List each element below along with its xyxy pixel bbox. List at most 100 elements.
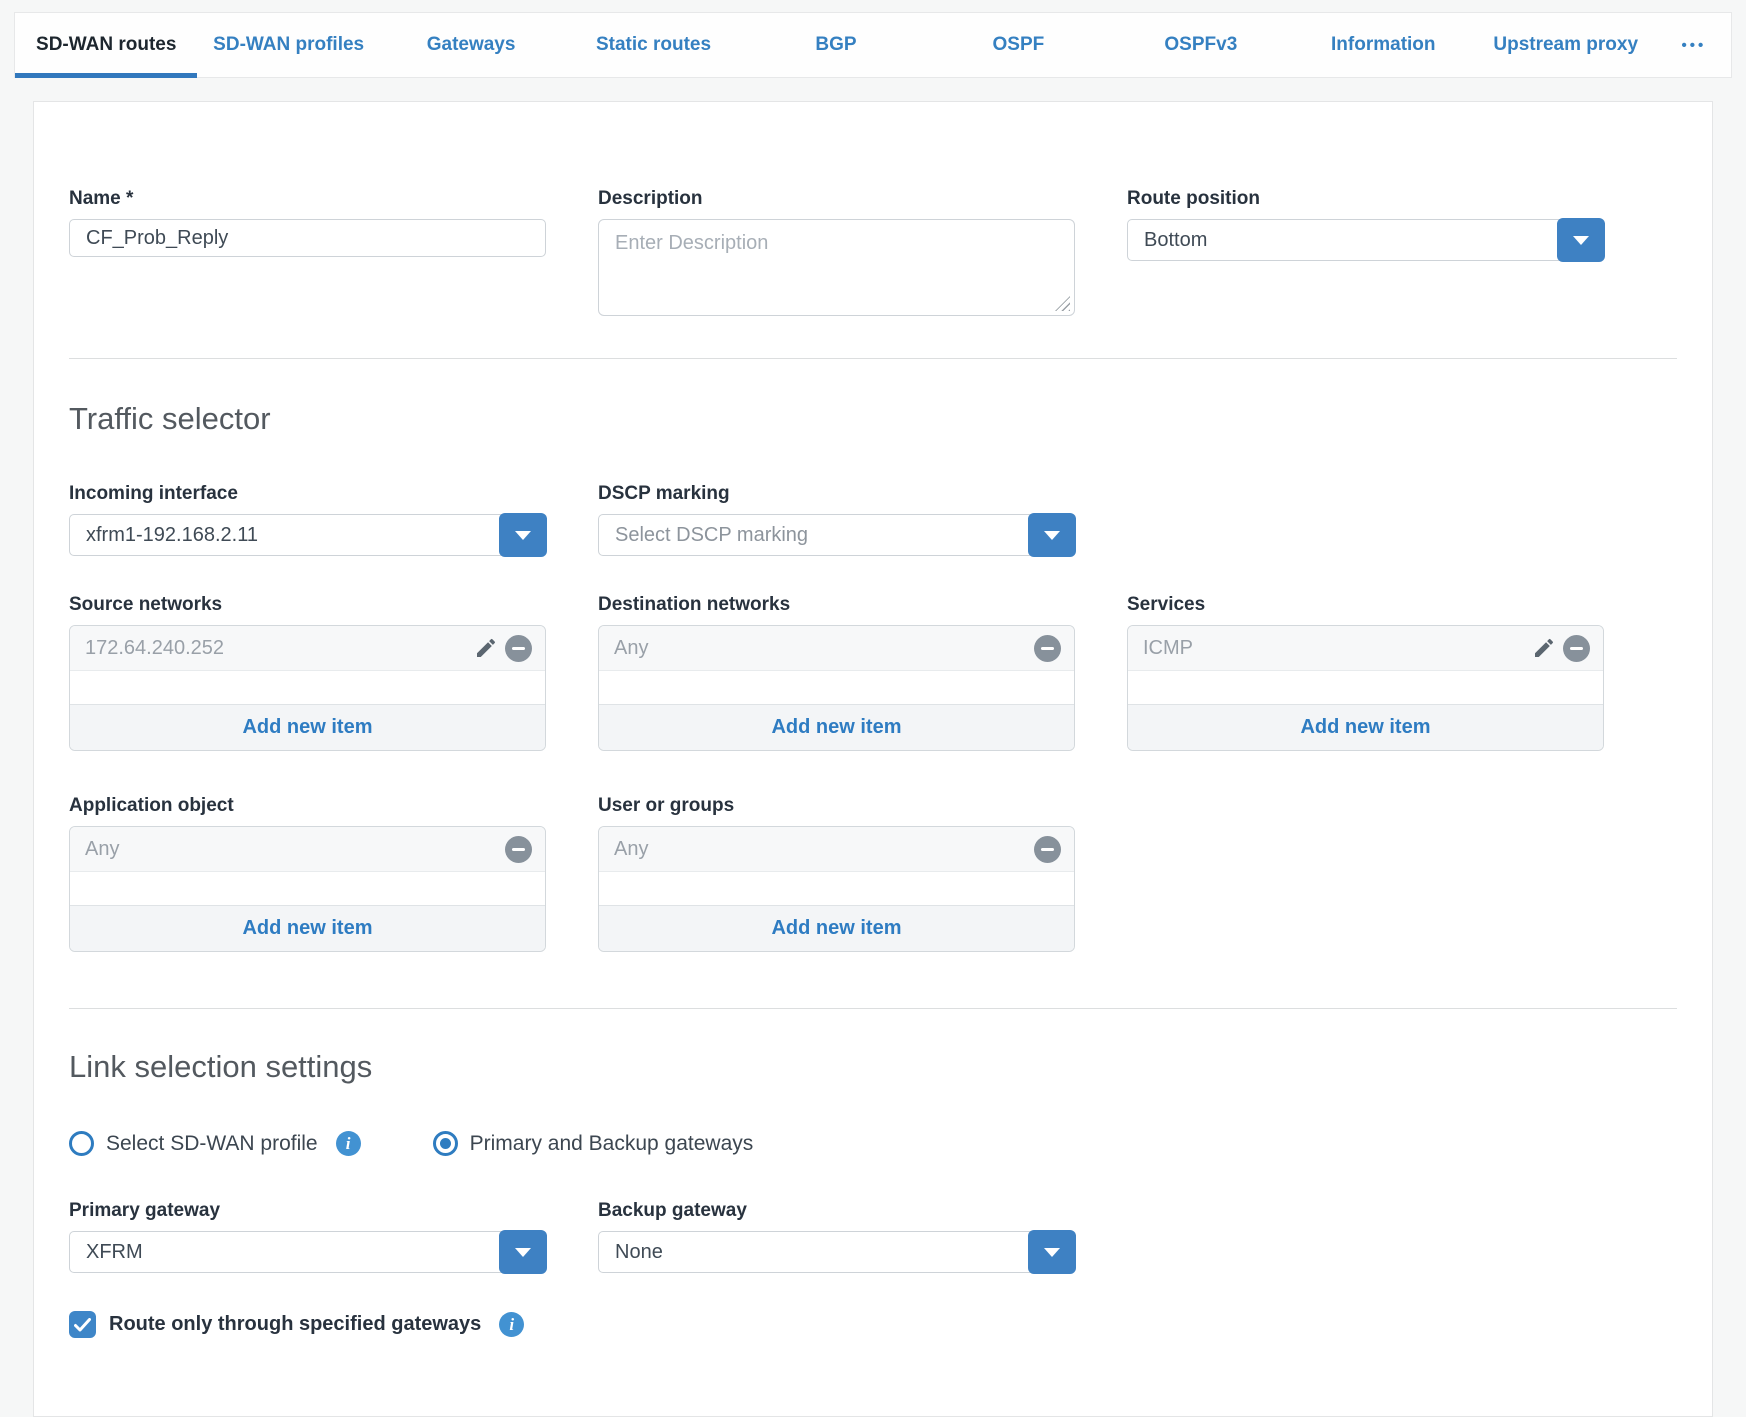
backup-gateway-dropdown-button[interactable] (1028, 1230, 1076, 1274)
dscp-marking-select[interactable]: Select DSCP marking (598, 514, 1075, 556)
more-tabs-ellipsis-icon[interactable]: ••• (1657, 13, 1731, 77)
application-object-label: Application object (69, 795, 546, 817)
tab-information[interactable]: Information (1292, 13, 1474, 77)
primary-gateway-select[interactable]: XFRM (69, 1231, 546, 1273)
tab-upstream-proxy[interactable]: Upstream proxy (1475, 13, 1657, 77)
edit-pencil-icon[interactable] (474, 636, 498, 660)
tab-sd-wan-profiles[interactable]: SD-WAN profiles (197, 13, 379, 77)
listbox-empty-area (70, 671, 545, 705)
incoming-interface-label: Incoming interface (69, 483, 546, 505)
chevron-down-icon (515, 1248, 531, 1257)
radio-select-sd-wan-profile[interactable]: Select SD-WAN profile i (69, 1131, 361, 1156)
listbox-empty-area (599, 671, 1074, 705)
services-listbox: ICMP Add new item (1127, 625, 1604, 751)
dscp-marking-field-group: DSCP marking Select DSCP marking (598, 483, 1075, 556)
backup-gateway-label: Backup gateway (598, 1200, 1075, 1222)
info-icon[interactable]: i (336, 1131, 361, 1156)
chevron-down-icon (1044, 531, 1060, 540)
dscp-marking-dropdown-button[interactable] (1028, 513, 1076, 557)
source-networks-item-value: 172.64.240.252 (85, 637, 224, 660)
radio-primary-and-backup-gateways[interactable]: Primary and Backup gateways (433, 1131, 754, 1156)
radio-unselected-icon[interactable] (69, 1131, 94, 1156)
remove-item-icon[interactable] (505, 635, 532, 662)
backup-gateway-field-group: Backup gateway None (598, 1200, 1075, 1273)
application-object-item: Any (70, 827, 545, 872)
application-object-listbox: Any Add new item (69, 826, 546, 952)
remove-item-icon[interactable] (1563, 635, 1590, 662)
user-or-groups-field-group: User or groups Any Add new item (598, 795, 1075, 952)
primary-gateway-dropdown-button[interactable] (499, 1230, 547, 1274)
route-only-checkbox[interactable] (69, 1311, 96, 1338)
chevron-down-icon (515, 531, 531, 540)
radio-primary-and-backup-gateways-label: Primary and Backup gateways (470, 1132, 754, 1156)
destination-networks-item-value: Any (614, 637, 648, 660)
source-networks-add-button[interactable]: Add new item (70, 705, 545, 750)
destination-networks-add-button[interactable]: Add new item (599, 705, 1074, 750)
backup-gateway-value: None (615, 1241, 663, 1264)
destination-networks-item: Any (599, 626, 1074, 671)
tab-static-routes[interactable]: Static routes (562, 13, 744, 77)
destination-networks-field-group: Destination networks Any Add new item (598, 594, 1075, 751)
top-tab-bar: SD-WAN routes SD-WAN profiles Gateways S… (14, 12, 1732, 78)
listbox-empty-area (1128, 671, 1603, 705)
primary-gateway-label: Primary gateway (69, 1200, 546, 1222)
route-position-field-group: Route position Bottom (1127, 188, 1604, 261)
listbox-empty-area (70, 872, 545, 906)
remove-item-icon[interactable] (1034, 635, 1061, 662)
route-position-dropdown-button[interactable] (1557, 218, 1605, 262)
listbox-empty-area (599, 872, 1074, 906)
tab-bgp[interactable]: BGP (745, 13, 927, 77)
route-position-select[interactable]: Bottom (1127, 219, 1604, 261)
route-only-checkbox-label: Route only through specified gateways (109, 1313, 481, 1336)
services-label: Services (1127, 594, 1604, 616)
remove-item-icon[interactable] (505, 836, 532, 863)
services-add-button[interactable]: Add new item (1128, 705, 1603, 750)
backup-gateway-select[interactable]: None (598, 1231, 1075, 1273)
name-field-group: Name * (69, 188, 546, 257)
dscp-marking-placeholder: Select DSCP marking (615, 524, 808, 547)
checkmark-icon (74, 1318, 91, 1332)
tab-ospfv3[interactable]: OSPFv3 (1110, 13, 1292, 77)
edit-pencil-icon[interactable] (1532, 636, 1556, 660)
tab-ospf[interactable]: OSPF (927, 13, 1109, 77)
remove-item-icon[interactable] (1034, 836, 1061, 863)
source-networks-label: Source networks (69, 594, 546, 616)
user-or-groups-add-button[interactable]: Add new item (599, 906, 1074, 951)
primary-gateway-field-group: Primary gateway XFRM (69, 1200, 546, 1273)
incoming-interface-value: xfrm1-192.168.2.11 (86, 524, 258, 547)
link-selection-radio-group: Select SD-WAN profile i Primary and Back… (69, 1131, 1677, 1156)
link-selection-heading: Link selection settings (69, 1049, 1677, 1085)
user-or-groups-item-value: Any (614, 838, 648, 861)
application-object-field-group: Application object Any Add new item (69, 795, 546, 952)
incoming-interface-field-group: Incoming interface xfrm1-192.168.2.11 (69, 483, 546, 556)
incoming-interface-dropdown-button[interactable] (499, 513, 547, 557)
incoming-interface-select[interactable]: xfrm1-192.168.2.11 (69, 514, 546, 556)
dscp-marking-label: DSCP marking (598, 483, 1075, 505)
application-object-add-button[interactable]: Add new item (70, 906, 545, 951)
route-position-label: Route position (1127, 188, 1604, 210)
section-divider (69, 358, 1677, 359)
user-or-groups-listbox: Any Add new item (598, 826, 1075, 952)
services-item-value: ICMP (1143, 637, 1193, 660)
radio-selected-icon[interactable] (433, 1131, 458, 1156)
chevron-down-icon (1573, 236, 1589, 245)
chevron-down-icon (1044, 1248, 1060, 1257)
route-only-checkbox-row: Route only through specified gateways i (69, 1311, 1677, 1338)
traffic-selector-heading: Traffic selector (69, 401, 1677, 437)
description-label: Description (598, 188, 1075, 210)
tab-gateways[interactable]: Gateways (380, 13, 562, 77)
tab-sd-wan-routes[interactable]: SD-WAN routes (15, 13, 197, 77)
services-field-group: Services ICMP Add new item (1127, 594, 1604, 751)
section-divider (69, 1008, 1677, 1009)
radio-select-sd-wan-profile-label: Select SD-WAN profile (106, 1132, 318, 1156)
name-input[interactable] (69, 219, 546, 257)
description-textarea[interactable] (598, 219, 1075, 316)
destination-networks-listbox: Any Add new item (598, 625, 1075, 751)
route-position-value: Bottom (1144, 229, 1207, 252)
source-networks-listbox: 172.64.240.252 Add new item (69, 625, 546, 751)
info-icon[interactable]: i (499, 1312, 524, 1337)
services-item: ICMP (1128, 626, 1603, 671)
user-or-groups-item: Any (599, 827, 1074, 872)
source-networks-field-group: Source networks 172.64.240.252 Add new i… (69, 594, 546, 751)
source-networks-item: 172.64.240.252 (70, 626, 545, 671)
